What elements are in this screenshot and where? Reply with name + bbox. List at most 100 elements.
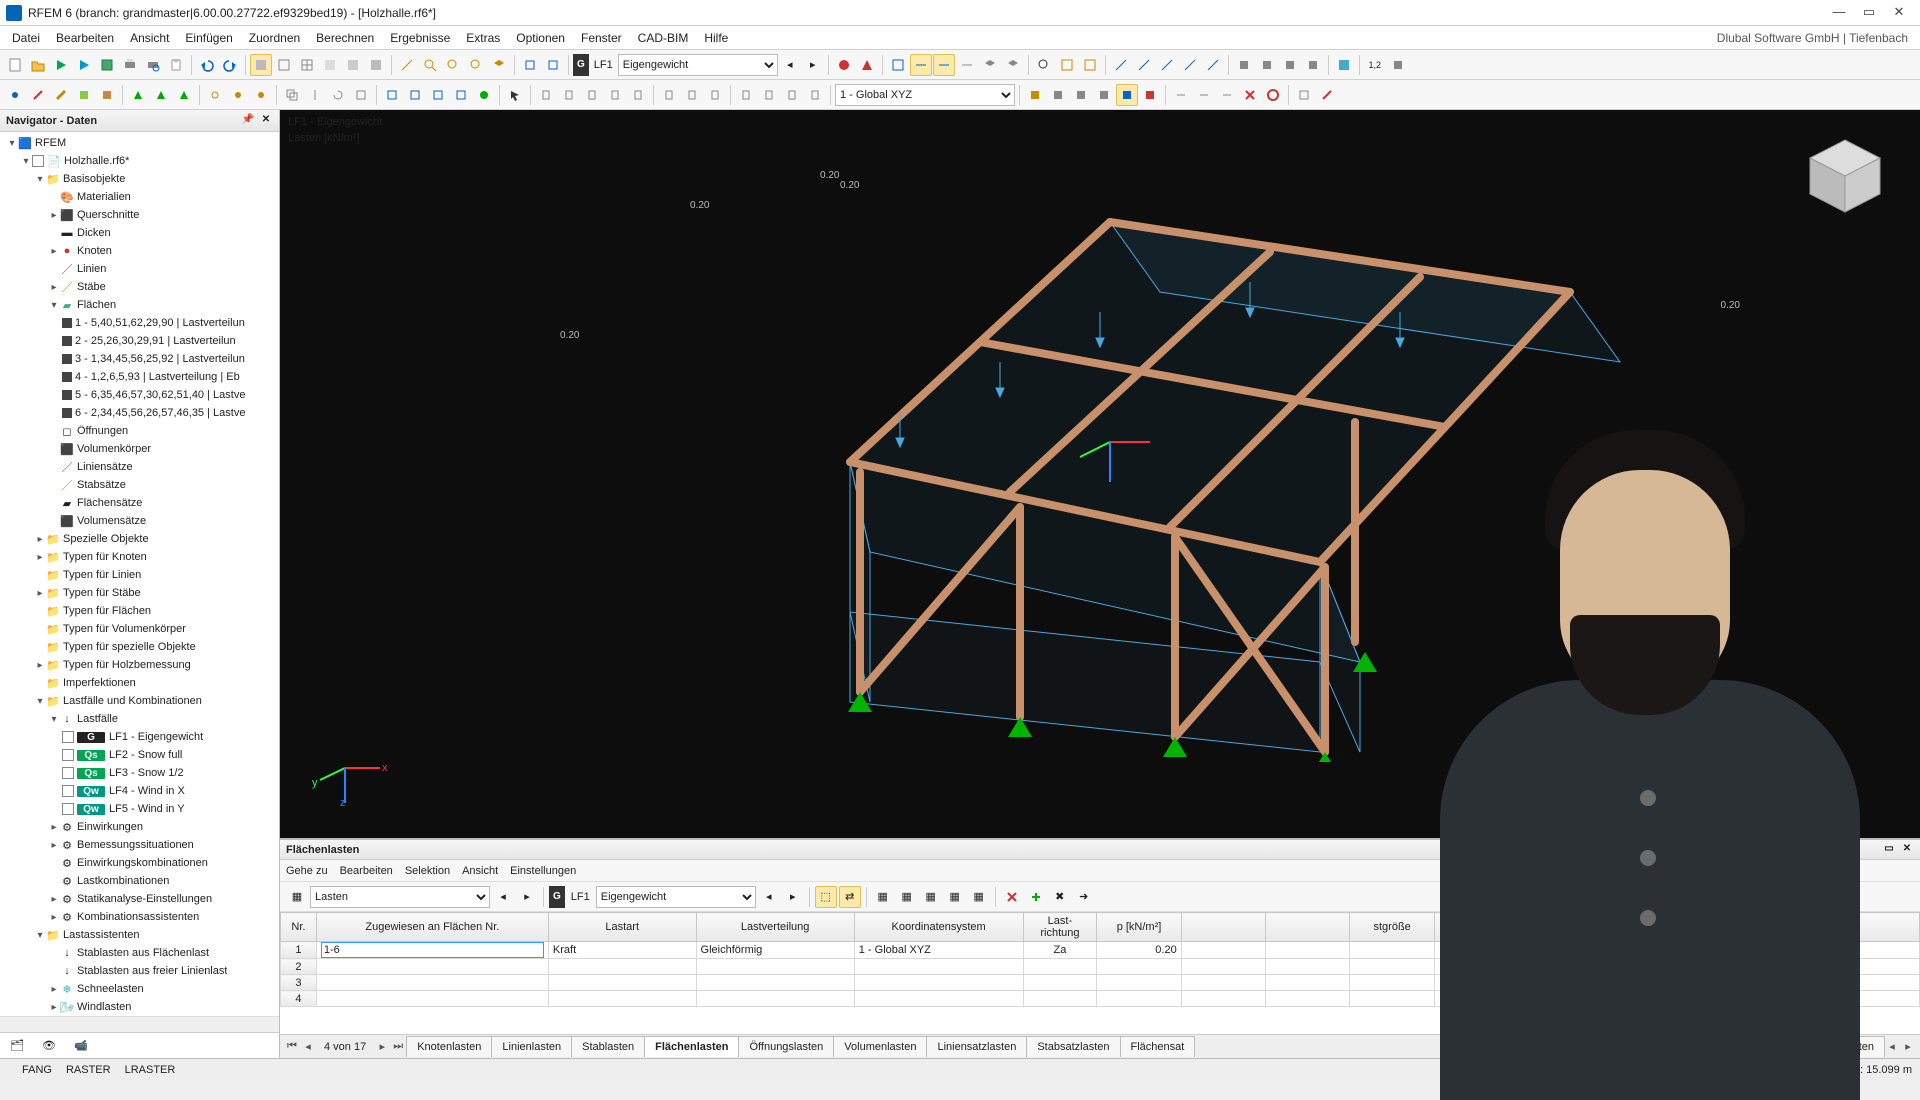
col-blank2[interactable] <box>1266 913 1350 942</box>
tbl-lc-prev-icon[interactable]: ◂ <box>758 886 780 908</box>
tree-basis[interactable]: ▾📁Basisobjekte <box>2 170 279 188</box>
tab-stablasten[interactable]: Stablasten <box>571 1036 645 1057</box>
tab-flaechenlasten[interactable]: Flächenlasten <box>644 1036 739 1057</box>
tree-typen-vol[interactable]: 📁Typen für Volumenkörper <box>2 620 279 638</box>
tbl-next-icon[interactable]: ▸ <box>516 886 538 908</box>
solid-icon[interactable] <box>96 84 118 106</box>
col-assigned[interactable]: Zugewiesen an Flächen Nr. <box>316 913 548 942</box>
sec3-icon[interactable] <box>1279 54 1301 76</box>
box-icon[interactable] <box>1056 54 1078 76</box>
col-optionen[interactable]: Optionen <box>1751 913 1920 942</box>
status-raster[interactable]: RASTER <box>66 1064 111 1076</box>
tab-flaechensatz[interactable]: Flächensat <box>1120 1036 1196 1057</box>
tbl-t1-icon[interactable]: ▦ <box>872 886 894 908</box>
r8-icon[interactable] <box>1193 84 1215 106</box>
sec4-icon[interactable] <box>1302 54 1324 76</box>
tree-typen-staebe[interactable]: ▸📁Typen für Stäbe <box>2 584 279 602</box>
tbl-t5-icon[interactable]: ▦ <box>968 886 990 908</box>
cs-select[interactable]: 1 - Global XYZ <box>835 84 1015 106</box>
tbl-t3-icon[interactable]: ▦ <box>920 886 942 908</box>
view-a-icon[interactable] <box>319 54 341 76</box>
tbl-x2-icon[interactable]: ➜ <box>1073 886 1095 908</box>
stop-icon[interactable] <box>1262 84 1284 106</box>
menu-fenster[interactable]: Fenster <box>573 28 630 48</box>
tree-root[interactable]: ▾🟦RFEM <box>2 134 279 152</box>
new-icon[interactable] <box>4 54 26 76</box>
minimize-button[interactable]: — <box>1824 3 1854 23</box>
status-lraster[interactable]: LRASTER <box>125 1064 176 1076</box>
find-icon[interactable] <box>1033 54 1055 76</box>
cfg-icon[interactable] <box>1293 84 1315 106</box>
col-lastart[interactable]: Lastart <box>548 913 696 942</box>
tree-lfk[interactable]: ▾📁Lastfälle und Kombinationen <box>2 692 279 710</box>
tab-partial1[interactable]: nsatzl <box>1784 1036 1835 1057</box>
tree-surface[interactable]: 4 - 1,2,6,5,93 | Lastverteilung | Eb <box>2 368 279 386</box>
menu-bearbeiten[interactable]: Bearbeiten <box>48 28 122 48</box>
menu-cadbim[interactable]: CAD-BIM <box>630 28 697 48</box>
color-icon[interactable] <box>1333 54 1355 76</box>
tree-kombi[interactable]: ▸⚙Kombinationsassistenten <box>2 908 279 926</box>
tree-typen-flaechen[interactable]: 📁Typen für Flächen <box>2 602 279 620</box>
layer-icon[interactable] <box>979 54 1001 76</box>
tree-stablin[interactable]: ↓Stablasten aus freier Linienlast <box>2 962 279 980</box>
col-nr[interactable]: Nr. <box>281 913 317 942</box>
cursor-icon[interactable] <box>504 84 526 106</box>
l5-icon[interactable] <box>627 84 649 106</box>
tree-linien[interactable]: ／Linien <box>2 260 279 278</box>
box2-icon[interactable] <box>1079 54 1101 76</box>
nav-video-icon[interactable]: 📹 <box>70 1035 92 1057</box>
l6-icon[interactable] <box>658 84 680 106</box>
view-c-icon[interactable] <box>365 54 387 76</box>
tree-einwirkungen[interactable]: ▸⚙Einwirkungen <box>2 818 279 836</box>
tree-surface[interactable]: 6 - 2,34,45,56,26,57,46,35 | Lastve <box>2 404 279 422</box>
tree-lastk[interactable]: ⚙Lastkombinationen <box>2 872 279 890</box>
support2-icon[interactable] <box>150 84 172 106</box>
layer2-icon[interactable] <box>1002 54 1024 76</box>
tab-next-icon[interactable]: ▸ <box>374 1040 390 1053</box>
clipboard-icon[interactable] <box>165 54 187 76</box>
member-icon[interactable] <box>50 84 72 106</box>
col-p[interactable]: p [kN/m²] <box>1097 913 1181 942</box>
grid-tog-icon[interactable] <box>887 54 909 76</box>
col-blank1[interactable] <box>1181 913 1265 942</box>
tbl-t2-icon[interactable]: ▦ <box>896 886 918 908</box>
menu-einfuegen[interactable]: Einfügen <box>177 28 240 48</box>
save-icon[interactable] <box>96 54 118 76</box>
tree-dicken[interactable]: ▬Dicken <box>2 224 279 242</box>
tree-typen-knoten[interactable]: ▸📁Typen für Knoten <box>2 548 279 566</box>
col-cs[interactable]: Koordinatensystem <box>854 913 1023 942</box>
mesh3-icon[interactable] <box>427 84 449 106</box>
l3-icon[interactable] <box>581 84 603 106</box>
print-preview-icon[interactable] <box>142 54 164 76</box>
tab-stabsatzlasten[interactable]: Stabsatzlasten <box>1026 1036 1120 1057</box>
l7-icon[interactable] <box>681 84 703 106</box>
tree-lc[interactable]: QsLF3 - Snow 1/2 <box>2 764 279 782</box>
tree-oeffnungen[interactable]: ◻Öffnungen <box>2 422 279 440</box>
zoom-sel-icon[interactable] <box>465 54 487 76</box>
open-icon[interactable] <box>27 54 49 76</box>
tbl-menu-gehezu[interactable]: Gehe zu <box>286 865 328 877</box>
tbl-lc-next-icon[interactable]: ▸ <box>782 886 804 908</box>
isometric-icon[interactable] <box>488 54 510 76</box>
r3-icon[interactable] <box>1070 84 1092 106</box>
tree-lassist[interactable]: ▾📁Lastassistenten <box>2 926 279 944</box>
tree-querschnitte[interactable]: ▸⬛Querschnitte <box>2 206 279 224</box>
menu-optionen[interactable]: Optionen <box>508 28 573 48</box>
play-icon[interactable] <box>50 54 72 76</box>
table-row[interactable]: 2 <box>281 959 1920 975</box>
tbl-t4-icon[interactable]: ▦ <box>944 886 966 908</box>
calc2-icon[interactable] <box>856 54 878 76</box>
col-lastvert[interactable]: Lastverteilung <box>696 913 854 942</box>
r6-icon[interactable] <box>1139 84 1161 106</box>
calc-icon[interactable] <box>833 54 855 76</box>
tree-stabsaetze[interactable]: ／Stabsätze <box>2 476 279 494</box>
ax3-icon[interactable] <box>1156 54 1178 76</box>
table-row[interactable]: 4 <box>281 991 1920 1007</box>
tree-bemess[interactable]: ▸⚙Bemessungssituationen <box>2 836 279 854</box>
tbl-menu-einstellungen[interactable]: Einstellungen <box>510 865 576 877</box>
view-b-icon[interactable] <box>342 54 364 76</box>
nav-data-icon[interactable]: 🗂 <box>6 1035 28 1057</box>
table-row[interactable]: 1 Kraft Gleichförmig 1 - Global XYZ Za 0… <box>281 942 1920 959</box>
tree-flaechensaetze[interactable]: ▰Flächensätze <box>2 494 279 512</box>
ax2-icon[interactable] <box>1133 54 1155 76</box>
